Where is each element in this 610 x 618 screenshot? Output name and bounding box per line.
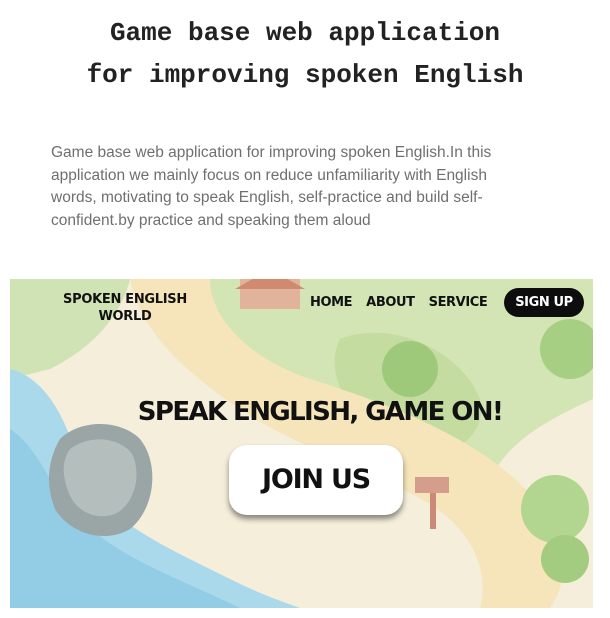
project-description: Game base web application for improving …	[51, 144, 492, 229]
join-us-button[interactable]: JOIN US	[229, 445, 403, 515]
brand-line-1: SPOKEN ENGLISH	[63, 292, 187, 307]
signup-button[interactable]: SIGN UP	[504, 288, 584, 317]
game-map-background	[10, 279, 593, 608]
website-preview-image: SPOKEN ENGLISH WORLD HOME ABOUT SERVICE …	[10, 279, 593, 608]
page-title-line-1: Game base web application	[109, 18, 501, 48]
page-title-line-2: for improving spoken English	[86, 60, 524, 90]
brand-logo-text[interactable]: SPOKEN ENGLISH WORLD	[60, 291, 190, 325]
nav-home-link[interactable]: HOME	[310, 295, 353, 310]
page-title: Game base web application for improving …	[0, 12, 610, 96]
nav-service-link[interactable]: SERVICE	[429, 295, 488, 310]
nav-about-link[interactable]: ABOUT	[366, 295, 415, 310]
nav-menu: HOME ABOUT SERVICE	[310, 295, 488, 310]
hero-tagline: SPEAK ENGLISH, GAME ON!	[137, 397, 504, 427]
brand-line-2: WORLD	[98, 309, 152, 324]
